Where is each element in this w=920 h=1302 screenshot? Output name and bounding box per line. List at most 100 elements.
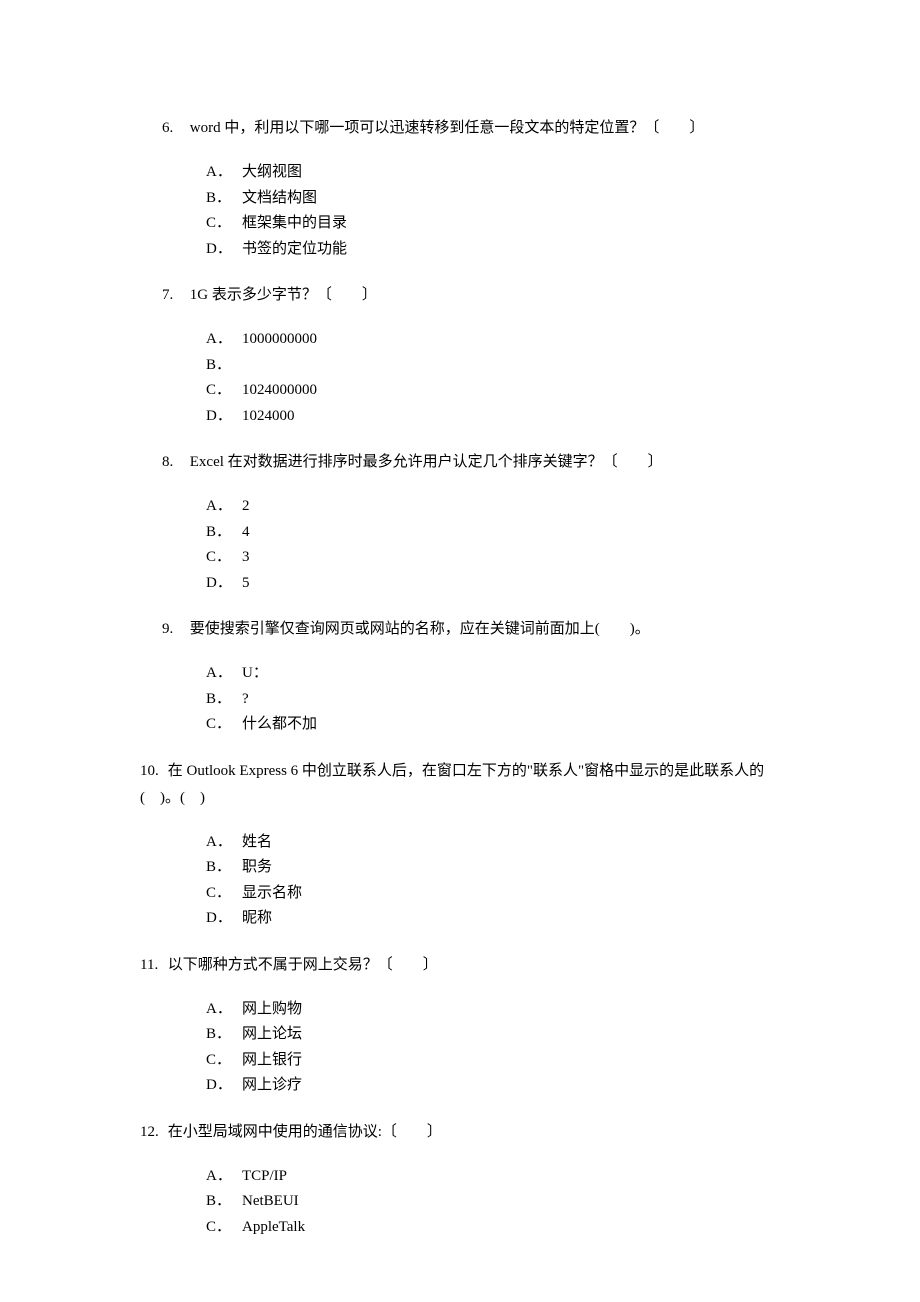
option-text: 框架集中的目录: [242, 211, 347, 237]
question-text: 11. 以下哪种方式不属于网上交易？〔 〕: [140, 952, 790, 979]
option-text: 书签的定位功能: [242, 237, 347, 263]
options-list: A．TCP/IPB．NetBEUIC．AppleTalk: [140, 1164, 790, 1241]
option-label: A．: [206, 327, 242, 353]
option-c: C．显示名称: [206, 881, 790, 907]
option-b: B．NetBEUI: [206, 1189, 790, 1215]
option-a: A．网上购物: [206, 997, 790, 1023]
option-label: C．: [206, 211, 242, 237]
option-d: D．昵称: [206, 906, 790, 932]
option-a: A．TCP/IP: [206, 1164, 790, 1190]
option-c: C．框架集中的目录: [206, 211, 790, 237]
option-a: A．2: [206, 494, 790, 520]
option-c: C．网上银行: [206, 1048, 790, 1074]
option-label: A．: [206, 494, 242, 520]
option-c: C．AppleTalk: [206, 1215, 790, 1241]
option-a: A．姓名: [206, 830, 790, 856]
option-label: D．: [206, 1073, 242, 1099]
options-list: A．大纲视图B．文档结构图C．框架集中的目录D．书签的定位功能: [140, 160, 790, 262]
option-text: 1024000: [242, 404, 295, 430]
option-label: B．: [206, 687, 242, 713]
option-label: A．: [206, 830, 242, 856]
option-text: 大纲视图: [242, 160, 302, 186]
question-10: 10. 在 Outlook Express 6 中创立联系人后，在窗口左下方的"…: [140, 758, 790, 932]
option-b: B．: [206, 353, 790, 379]
option-label: A．: [206, 997, 242, 1023]
option-a: A．1000000000: [206, 327, 790, 353]
option-label: D．: [206, 237, 242, 263]
question-number: 6.: [162, 115, 186, 142]
question-8: 8. Excel 在对数据进行排序时最多允许用户认定几个排序关键字？〔 〕 A．2…: [140, 449, 790, 596]
options-list: A．2B．4C．3D．5: [140, 494, 790, 596]
option-b: B．职务: [206, 855, 790, 881]
option-a: A．大纲视图: [206, 160, 790, 186]
options-list: A．1000000000B．C．1024000000D．1024000: [140, 327, 790, 429]
option-label: B．: [206, 353, 242, 379]
question-body: Excel 在对数据进行排序时最多允许用户认定几个排序关键字？〔 〕: [190, 454, 663, 470]
option-text: TCP/IP: [242, 1164, 287, 1190]
option-text: 网上银行: [242, 1048, 302, 1074]
option-text: 1000000000: [242, 327, 317, 353]
question-number: 10.: [140, 758, 164, 785]
option-text: 网上论坛: [242, 1022, 302, 1048]
question-number: 8.: [162, 449, 186, 476]
option-text: 2: [242, 494, 250, 520]
option-label: C．: [206, 378, 242, 404]
option-label: C．: [206, 1048, 242, 1074]
option-text: 4: [242, 520, 250, 546]
option-b: B．网上论坛: [206, 1022, 790, 1048]
option-label: C．: [206, 545, 242, 571]
option-d: D．书签的定位功能: [206, 237, 790, 263]
option-label: D．: [206, 404, 242, 430]
option-label: A．: [206, 1164, 242, 1190]
option-text: 1024000000: [242, 378, 317, 404]
options-list: A．网上购物B．网上论坛C．网上银行D．网上诊疗: [140, 997, 790, 1099]
question-text: 12. 在小型局域网中使用的通信协议:〔 〕: [140, 1119, 790, 1146]
question-text: 7. 1G 表示多少字节？〔 〕: [140, 282, 790, 309]
option-d: D．1024000: [206, 404, 790, 430]
question-number: 11.: [140, 952, 164, 979]
document-content: 6. word 中，利用以下哪一项可以迅速转移到任意一段文本的特定位置？〔 〕 A…: [140, 115, 790, 1240]
option-c: C．什么都不加: [206, 712, 790, 738]
option-label: C．: [206, 712, 242, 738]
option-text: 显示名称: [242, 881, 302, 907]
question-number: 7.: [162, 282, 186, 309]
question-number: 12.: [140, 1119, 164, 1146]
question-9: 9. 要使搜索引擎仅查询网页或网站的名称，应在关键词前面加上( )。 A．U：B．…: [140, 616, 790, 738]
option-label: C．: [206, 881, 242, 907]
option-label: D．: [206, 906, 242, 932]
question-body: word 中，利用以下哪一项可以迅速转移到任意一段文本的特定位置？〔 〕: [190, 120, 705, 136]
option-d: D．网上诊疗: [206, 1073, 790, 1099]
option-text: ?: [242, 687, 249, 713]
option-b: B．4: [206, 520, 790, 546]
option-c: C．1024000000: [206, 378, 790, 404]
question-number: 9.: [162, 616, 186, 643]
question-11: 11. 以下哪种方式不属于网上交易？〔 〕 A．网上购物B．网上论坛C．网上银行D…: [140, 952, 790, 1099]
option-d: D．5: [206, 571, 790, 597]
option-label: D．: [206, 571, 242, 597]
question-body: 要使搜索引擎仅查询网页或网站的名称，应在关键词前面加上( )。: [190, 621, 650, 637]
option-label: A．: [206, 160, 242, 186]
option-a: A．U：: [206, 661, 790, 687]
question-text: 10. 在 Outlook Express 6 中创立联系人后，在窗口左下方的"…: [140, 758, 790, 812]
option-text: 什么都不加: [242, 712, 317, 738]
question-body: 1G 表示多少字节？〔 〕: [190, 287, 377, 303]
option-label: A．: [206, 661, 242, 687]
options-list: A．姓名B．职务C．显示名称D．昵称: [140, 830, 790, 932]
option-text: 姓名: [242, 830, 272, 856]
option-text: U：: [242, 661, 268, 687]
question-body: 在小型局域网中使用的通信协议:〔 〕: [168, 1124, 442, 1140]
question-6: 6. word 中，利用以下哪一项可以迅速转移到任意一段文本的特定位置？〔 〕 A…: [140, 115, 790, 262]
options-list: A．U：B．?C．什么都不加: [140, 661, 790, 738]
option-text: 网上购物: [242, 997, 302, 1023]
question-text: 8. Excel 在对数据进行排序时最多允许用户认定几个排序关键字？〔 〕: [140, 449, 790, 476]
option-c: C．3: [206, 545, 790, 571]
option-text: 职务: [242, 855, 272, 881]
question-7: 7. 1G 表示多少字节？〔 〕 A．1000000000B．C．10240000…: [140, 282, 790, 429]
option-text: 昵称: [242, 906, 272, 932]
option-text: NetBEUI: [242, 1189, 299, 1215]
option-label: B．: [206, 186, 242, 212]
option-text: 5: [242, 571, 250, 597]
option-label: B．: [206, 520, 242, 546]
option-text: 3: [242, 545, 250, 571]
question-body: 以下哪种方式不属于网上交易？〔 〕: [168, 957, 438, 973]
